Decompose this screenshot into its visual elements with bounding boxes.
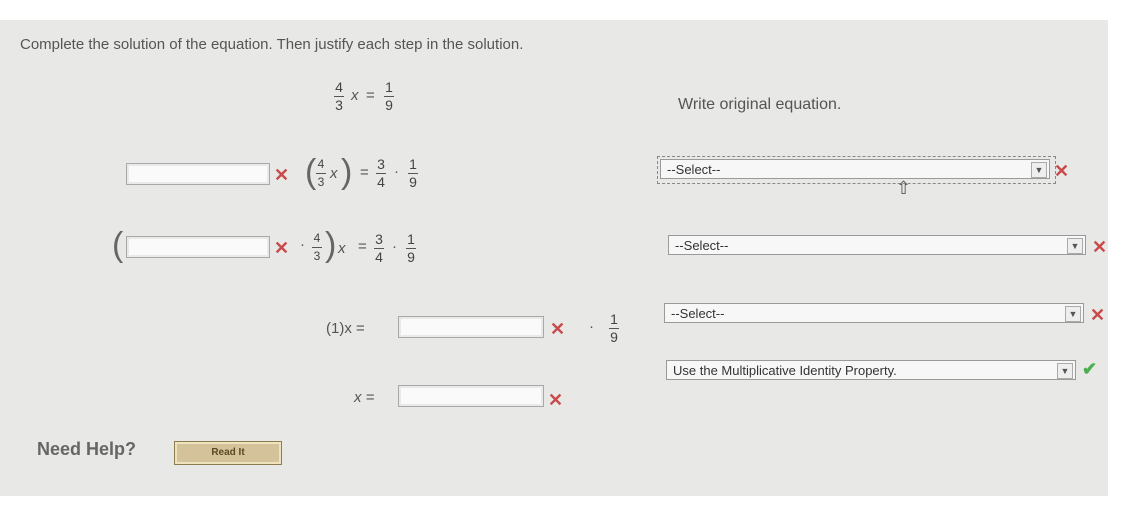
step1-equals: = — [360, 164, 369, 181]
reason3-wrong-mark: ✕ — [1090, 305, 1106, 325]
step3-input[interactable] — [398, 316, 544, 338]
step2-close-paren: ) — [325, 226, 337, 264]
step2-var: x — [338, 240, 346, 257]
step1-wrong-mark: ✕ — [274, 165, 290, 185]
step1-var: x — [330, 165, 338, 182]
reason4-correct-mark: ✔ — [1082, 359, 1098, 379]
reason-select-2-value: --Select-- — [675, 238, 729, 253]
step1-open-paren: ( — [305, 153, 317, 191]
eq-rhs-fraction: 19 — [384, 79, 394, 113]
step1-input[interactable] — [126, 163, 270, 185]
chevron-down-icon: ▼ — [1065, 306, 1081, 322]
step4-lhs: x = — [354, 389, 375, 406]
reason1-wrong-mark: ✕ — [1054, 161, 1070, 181]
chevron-down-icon: ▼ — [1057, 363, 1073, 379]
reason-select-3[interactable]: --Select-- ▼ — [664, 303, 1084, 323]
step2-fraction: 43 — [312, 231, 322, 263]
step1-paren-fraction: 43 — [316, 157, 326, 189]
eq-equals: = — [366, 87, 375, 104]
reason2-wrong-mark: ✕ — [1092, 237, 1108, 257]
step1-fraction-b: 19 — [408, 156, 418, 190]
chevron-down-icon: ▼ — [1067, 238, 1083, 254]
step3-lhs: (1)x = — [326, 320, 365, 337]
step4-input[interactable] — [398, 385, 544, 407]
step1-dot: · — [394, 163, 399, 180]
reason-select-1-value: --Select-- — [667, 162, 721, 177]
step2-fraction-a: 34 — [374, 231, 384, 265]
step3-dot: · — [589, 318, 594, 335]
step2-fraction-b: 19 — [406, 231, 416, 265]
reason-select-4-value: Use the Multiplicative Identity Property… — [673, 363, 897, 378]
reason-select-2[interactable]: --Select-- ▼ — [668, 235, 1086, 255]
step2-dot: · — [300, 236, 305, 253]
step4-wrong-mark: ✕ — [548, 390, 564, 410]
reason-original-equation: Write original equation. — [678, 96, 842, 113]
step2-dot2: · — [392, 238, 397, 255]
step2-equals: = — [358, 238, 367, 255]
need-help-label: Need Help? — [37, 439, 137, 459]
eq-var: x — [351, 87, 359, 104]
instructions: Complete the solution of the equation. T… — [20, 36, 524, 53]
reason-select-1[interactable]: --Select-- ▼ — [660, 159, 1050, 179]
mouse-cursor-icon: ⇧ — [896, 178, 912, 198]
step2-open-paren: ( — [112, 226, 124, 264]
step1-close-paren: ) — [341, 153, 353, 191]
read-it-button[interactable]: Read It — [174, 441, 282, 465]
eq-lhs-fraction: 43 — [334, 79, 344, 113]
reason-select-3-value: --Select-- — [671, 306, 725, 321]
step2-input[interactable] — [126, 236, 270, 258]
step3-fraction: 19 — [609, 311, 619, 345]
chevron-down-icon: ▼ — [1031, 162, 1047, 178]
step1-fraction-a: 34 — [376, 156, 386, 190]
reason-select-4[interactable]: Use the Multiplicative Identity Property… — [666, 360, 1076, 380]
question-panel — [0, 20, 1108, 496]
step2-wrong-mark: ✕ — [274, 238, 290, 258]
step3-wrong-mark: ✕ — [550, 319, 566, 339]
